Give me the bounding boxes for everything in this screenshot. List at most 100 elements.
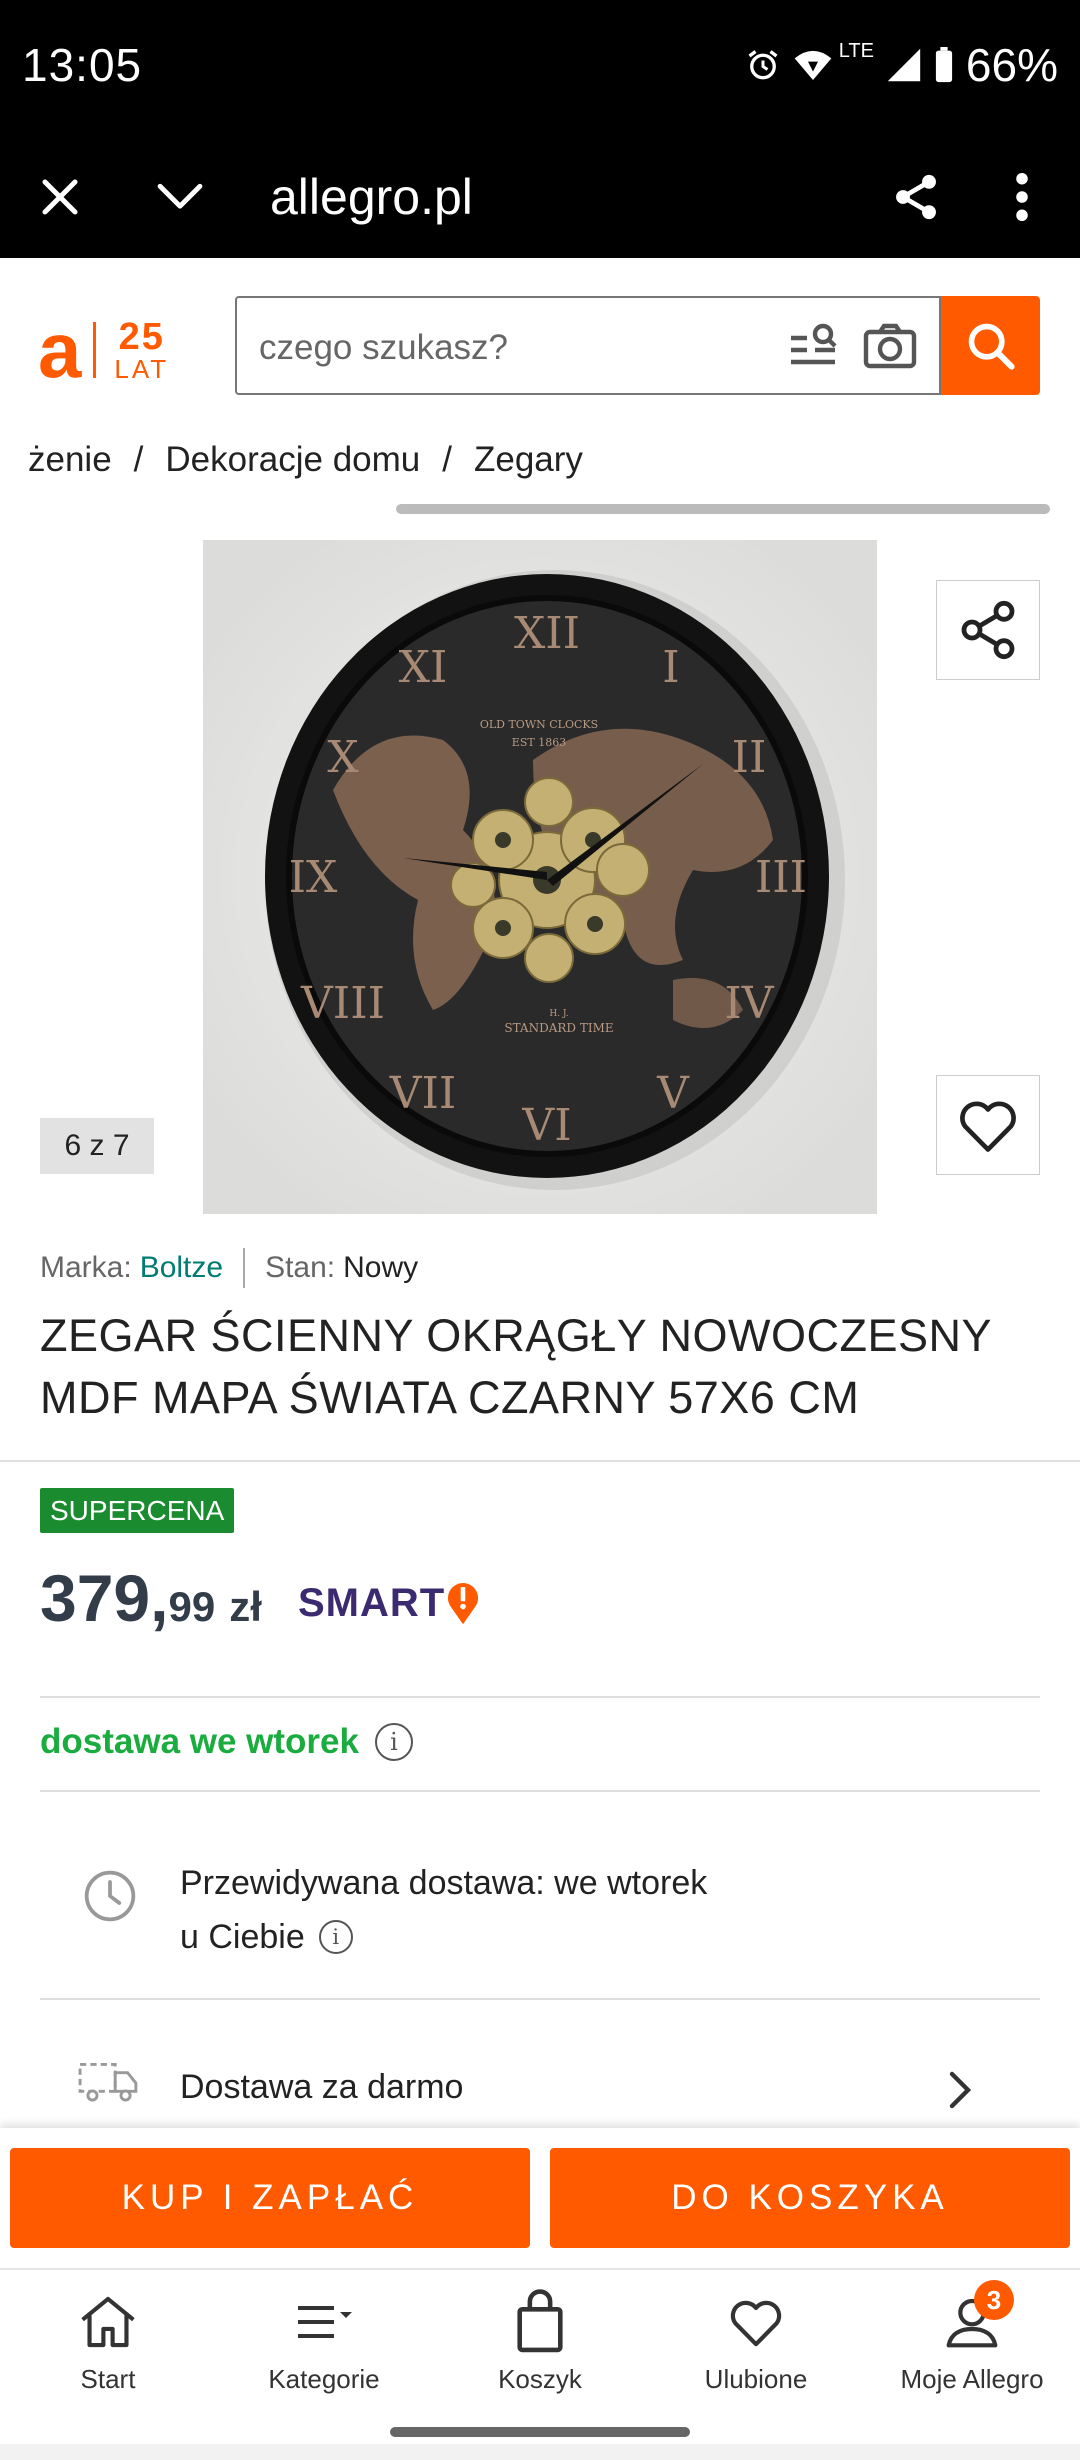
svg-text:X: X [327,732,359,783]
logo-letter: a [38,306,82,394]
logo-divider [93,322,97,378]
breadcrumb-item[interactable]: Dekoracje domu [165,440,420,480]
more-vertical-icon [1016,172,1028,222]
svg-text:VII: VII [389,1068,457,1119]
clock-illustration: XII VI IX III I II IV V VII VIII X XI OL… [203,540,877,1214]
breadcrumb: żenie / Dekoracje domu / Zegary [28,440,583,480]
share-icon [896,174,936,220]
nav-label: Kategorie [268,2364,380,2394]
wifi-icon [794,50,832,80]
alarm-icon [748,50,778,80]
info-icon[interactable]: i [318,1920,353,1954]
chevron-right-icon[interactable] [946,2070,974,2110]
minimize-button[interactable] [148,165,212,229]
menu-icon [288,2286,360,2358]
price-currency: zł [229,1583,262,1630]
delivery-headline: dostawa we wtorek i [40,1722,413,1762]
search-button[interactable] [941,296,1040,395]
close-tab-button[interactable] [28,165,92,229]
logo-anniversary: 25 LAT [114,318,169,382]
heart-icon [960,1101,1016,1152]
logo-years: 25 [118,316,165,358]
search-placeholder: czego szukasz? [259,328,509,367]
battery-percent: 66% [965,39,1058,91]
title-line: MDF MAPA ŚWIATA CZARNY 57X6 CM [40,1372,860,1423]
home-gesture-bar[interactable] [390,2427,690,2437]
price-integer: 379, [40,1561,169,1635]
svg-text:II: II [732,732,767,783]
search-icon [968,323,1015,370]
smart-logo[interactable]: SMART [298,1580,481,1626]
search-input[interactable]: czego szukasz? [235,296,941,395]
title-line: ZEGAR ŚCIENNY OKRĄGŁY NOWOCZESNY [40,1310,993,1361]
nav-ulubione[interactable]: Ulubione [648,2286,864,2395]
breadcrumb-item[interactable]: Zegary [474,440,583,480]
network-type: LTE [838,39,874,62]
section-divider [0,1460,1080,1462]
delivery-headline-text: dostawa we wtorek [40,1722,359,1761]
svg-text:VI: VI [521,1100,571,1151]
predicted-delivery-line: Przewidywana dostawa: we wtorek [180,1864,708,1902]
purchase-action-bar: KUP I ZAPŁAĆ DO KOSZYKA [0,2128,1080,2268]
info-icon[interactable]: i [374,1723,413,1761]
condition-value: Nowy [343,1251,419,1284]
svg-text:V: V [656,1068,690,1119]
smart-label: SMART [298,1580,446,1625]
status-icons: LTE 66% [745,38,1058,92]
share-product-button[interactable] [936,580,1040,680]
clock-brand-text: OLD TOWN CLOCKS [480,718,598,731]
battery-icon [935,47,953,83]
clock-est-text: EST 1863 [512,736,566,749]
close-icon [42,179,78,215]
svg-text:I: I [662,642,679,693]
gesture-area [0,2444,1080,2460]
condition-label: Stan: [265,1251,336,1284]
breadcrumb-scrollbar[interactable] [396,504,1050,514]
product-meta: Marka: Boltze Stan: Nowy [40,1248,418,1288]
divider [40,1696,1040,1698]
price-decimal: 99 [168,1583,216,1630]
logo-lat: LAT [114,354,170,384]
allegro-logo[interactable]: a 25 LAT [38,306,169,394]
more-menu-button[interactable] [990,165,1054,229]
bottom-navigation: Start Kategorie Koszyk Ulubione 3 Moje A… [0,2268,1080,2444]
product-image[interactable]: XII VI IX III I II IV V VII VIII X XI OL… [203,540,877,1214]
buy-now-button[interactable]: KUP I ZAPŁAĆ [10,2148,530,2248]
url-text[interactable]: allegro.pl [270,165,473,229]
site-header: a 25 LAT czego szukasz? [0,258,1080,430]
brand-link[interactable]: Boltze [140,1251,223,1285]
nav-label: Ulubione [704,2364,808,2394]
svg-text:XII: XII [514,608,580,659]
svg-text:IV: IV [724,978,774,1029]
share-page-button[interactable] [884,165,948,229]
predicted-delivery-location: u Ciebie i [180,1910,707,1964]
brand-label: Marka: [40,1251,132,1284]
nav-kategorie[interactable]: Kategorie [216,2286,432,2395]
share-icon [961,600,1015,660]
user-icon: 3 [936,2280,1014,2358]
breadcrumb-separator: / [133,440,144,479]
browser-toolbar: allegro.pl [0,135,1080,258]
breadcrumb-item[interactable]: żenie [28,440,112,480]
camera-icon[interactable] [862,320,918,372]
nav-start[interactable]: Start [0,2286,216,2395]
clock-maker-text: H. J. [549,1009,568,1019]
svg-text:IX: IX [289,852,338,903]
svg-text:VIII: VIII [300,978,385,1029]
nav-koszyk[interactable]: Koszyk [432,2286,648,2395]
svg-text:III: III [755,852,807,903]
cart-icon [504,2286,576,2358]
add-to-favorites-button[interactable] [936,1075,1040,1175]
divider [40,1790,1040,1792]
nav-label: Start [80,2364,136,2394]
search-filter-icon[interactable] [787,322,839,372]
clock-icon [84,1870,136,1922]
add-to-cart-button[interactable]: DO KOSZYKA [550,2148,1070,2248]
free-delivery-row[interactable]: Dostawa za darmo [180,2068,463,2107]
predicted-delivery-line: u Ciebie [180,1918,305,1956]
meta-divider [243,1248,246,1288]
image-counter: 6 z 7 [40,1118,154,1174]
status-bar: 13:05 LTE 66% [0,0,1080,135]
product-title: ZEGAR ŚCIENNY OKRĄGŁY NOWOCZESNY MDF MAP… [40,1305,1040,1429]
nav-moje-allegro[interactable]: 3 Moje Allegro [864,2280,1080,2395]
